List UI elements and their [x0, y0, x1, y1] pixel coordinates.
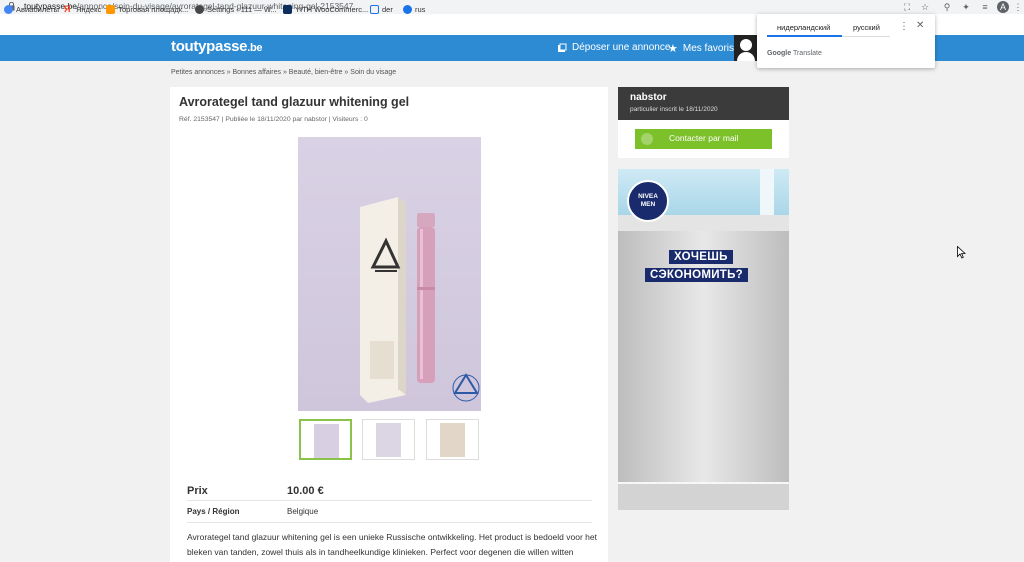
translate-popup: нидерландский русский ⋮ ✕ Google Transla… [757, 14, 935, 68]
envelope-icon [641, 133, 653, 145]
country-label: Pays / Région [187, 507, 240, 516]
bookmark-aviabilety[interactable]: Авиабилеты [4, 5, 59, 14]
search-extension-icon[interactable]: ⚲ [941, 1, 953, 13]
bookmark-label: der [382, 5, 393, 14]
translate-menu-icon[interactable]: ⋮ [899, 21, 909, 32]
tab-source-language[interactable]: нидерландский [777, 23, 830, 32]
seller-name[interactable]: nabstor [630, 92, 667, 103]
site-logo[interactable]: toutypasse.be [171, 38, 263, 55]
post-ad-icon [558, 43, 567, 52]
account-avatar[interactable] [734, 35, 758, 61]
star-icon: ★ [668, 43, 678, 55]
profile-avatar-icon[interactable]: A [997, 1, 1009, 13]
logo-text: toutypasse [171, 38, 248, 55]
page-icon [370, 5, 379, 14]
logo-tld: .be [247, 42, 263, 54]
bookmark-yandex[interactable]: Я Яндекс [64, 4, 102, 15]
page-title: Avrorategel tand glazuur whitening gel [179, 95, 410, 109]
bookmark-label: Settings ‹ 111 — W... [207, 5, 277, 14]
ad-headline-2: СЭКОНОМИТЬ? [645, 268, 749, 282]
active-tab-indicator [767, 35, 842, 37]
ad-headline-1: ХОЧЕШЬ [669, 250, 733, 264]
product-illustration [360, 197, 480, 403]
bookmark-der[interactable]: der [370, 5, 393, 14]
brand-translate: Translate [792, 50, 822, 57]
bookmark-globe-icon [4, 5, 13, 14]
post-ad-label: Déposer une annonce [572, 42, 671, 53]
bookmark-label: rus [415, 5, 426, 14]
tab-divider [842, 36, 890, 37]
thumbnail-2[interactable] [362, 419, 415, 460]
contact-by-mail-button[interactable]: Contacter par mail [635, 129, 772, 149]
bookmark-wp-settings[interactable]: Settings ‹ 111 — W... [195, 5, 277, 14]
ad-top-gap [760, 169, 774, 215]
bookmark-marketplace[interactable]: Торговая площадк... [106, 5, 188, 14]
country-value: Belgique [287, 507, 319, 516]
brand-google: Google [767, 50, 792, 57]
price-label: Prix [187, 485, 208, 497]
bookmark-label: Торговая площадк... [118, 5, 189, 14]
price-value: 10.00 € [287, 485, 324, 497]
wordpress-icon [195, 5, 204, 14]
translate-icon[interactable]: ⛶ [901, 1, 913, 13]
contact-label: Contacter par mail [669, 133, 739, 143]
bookmark-yith[interactable]: YITH WooCommerc... [283, 5, 368, 14]
divider [187, 522, 592, 523]
advertisement-banner[interactable]: NIVEA MEN ХОЧЕШЬ СЭКОНОМИТЬ? [618, 169, 789, 510]
yandex-icon: Я [64, 4, 71, 14]
playlist-icon[interactable]: ≡ [979, 1, 991, 13]
marketplace-icon [106, 5, 115, 14]
nivea-men-logo: NIVEA MEN [627, 180, 669, 222]
listing-meta: Réf. 2153547 | Publiée le 18/11/2020 par… [179, 116, 368, 123]
close-icon[interactable]: ✕ [916, 20, 924, 31]
favorites-link[interactable]: ★ Mes favoris [668, 42, 734, 55]
main-product-photo[interactable] [298, 137, 481, 411]
thumbnail-3[interactable] [426, 419, 479, 460]
globe-icon [403, 5, 412, 14]
yith-icon [283, 5, 292, 14]
tab-target-language[interactable]: русский [853, 23, 880, 32]
listing-description: Avrorategel tand glazuur whitening gel i… [187, 532, 597, 557]
favorites-label: Mes favoris [682, 43, 734, 54]
thumbnail-1[interactable] [299, 419, 352, 460]
logo-brand-top: NIVEA [638, 193, 658, 200]
star-icon[interactable]: ☆ [919, 1, 931, 13]
google-translate-brand: Google Translate [767, 50, 822, 57]
ad-floor [618, 482, 789, 510]
puzzle-icon[interactable]: ✦ [960, 1, 972, 13]
bookmark-label: Яндекс [76, 5, 102, 14]
mouse-cursor-icon [957, 246, 966, 259]
post-ad-link[interactable]: Déposer une annonce [557, 42, 670, 53]
bookmark-label: YITH WooCommerc... [295, 5, 369, 14]
breadcrumb[interactable]: Petites annonces » Bonnes affaires » Bea… [171, 69, 396, 76]
bookmark-rus[interactable]: rus [403, 5, 425, 14]
divider [187, 500, 592, 501]
logo-brand-bottom: MEN [640, 201, 656, 208]
bookmark-label: Авиабилеты [16, 5, 59, 14]
kebab-menu-icon[interactable]: ⋮ [1012, 1, 1024, 13]
seller-since: particulier inscrit le 18/11/2020 [630, 106, 718, 113]
